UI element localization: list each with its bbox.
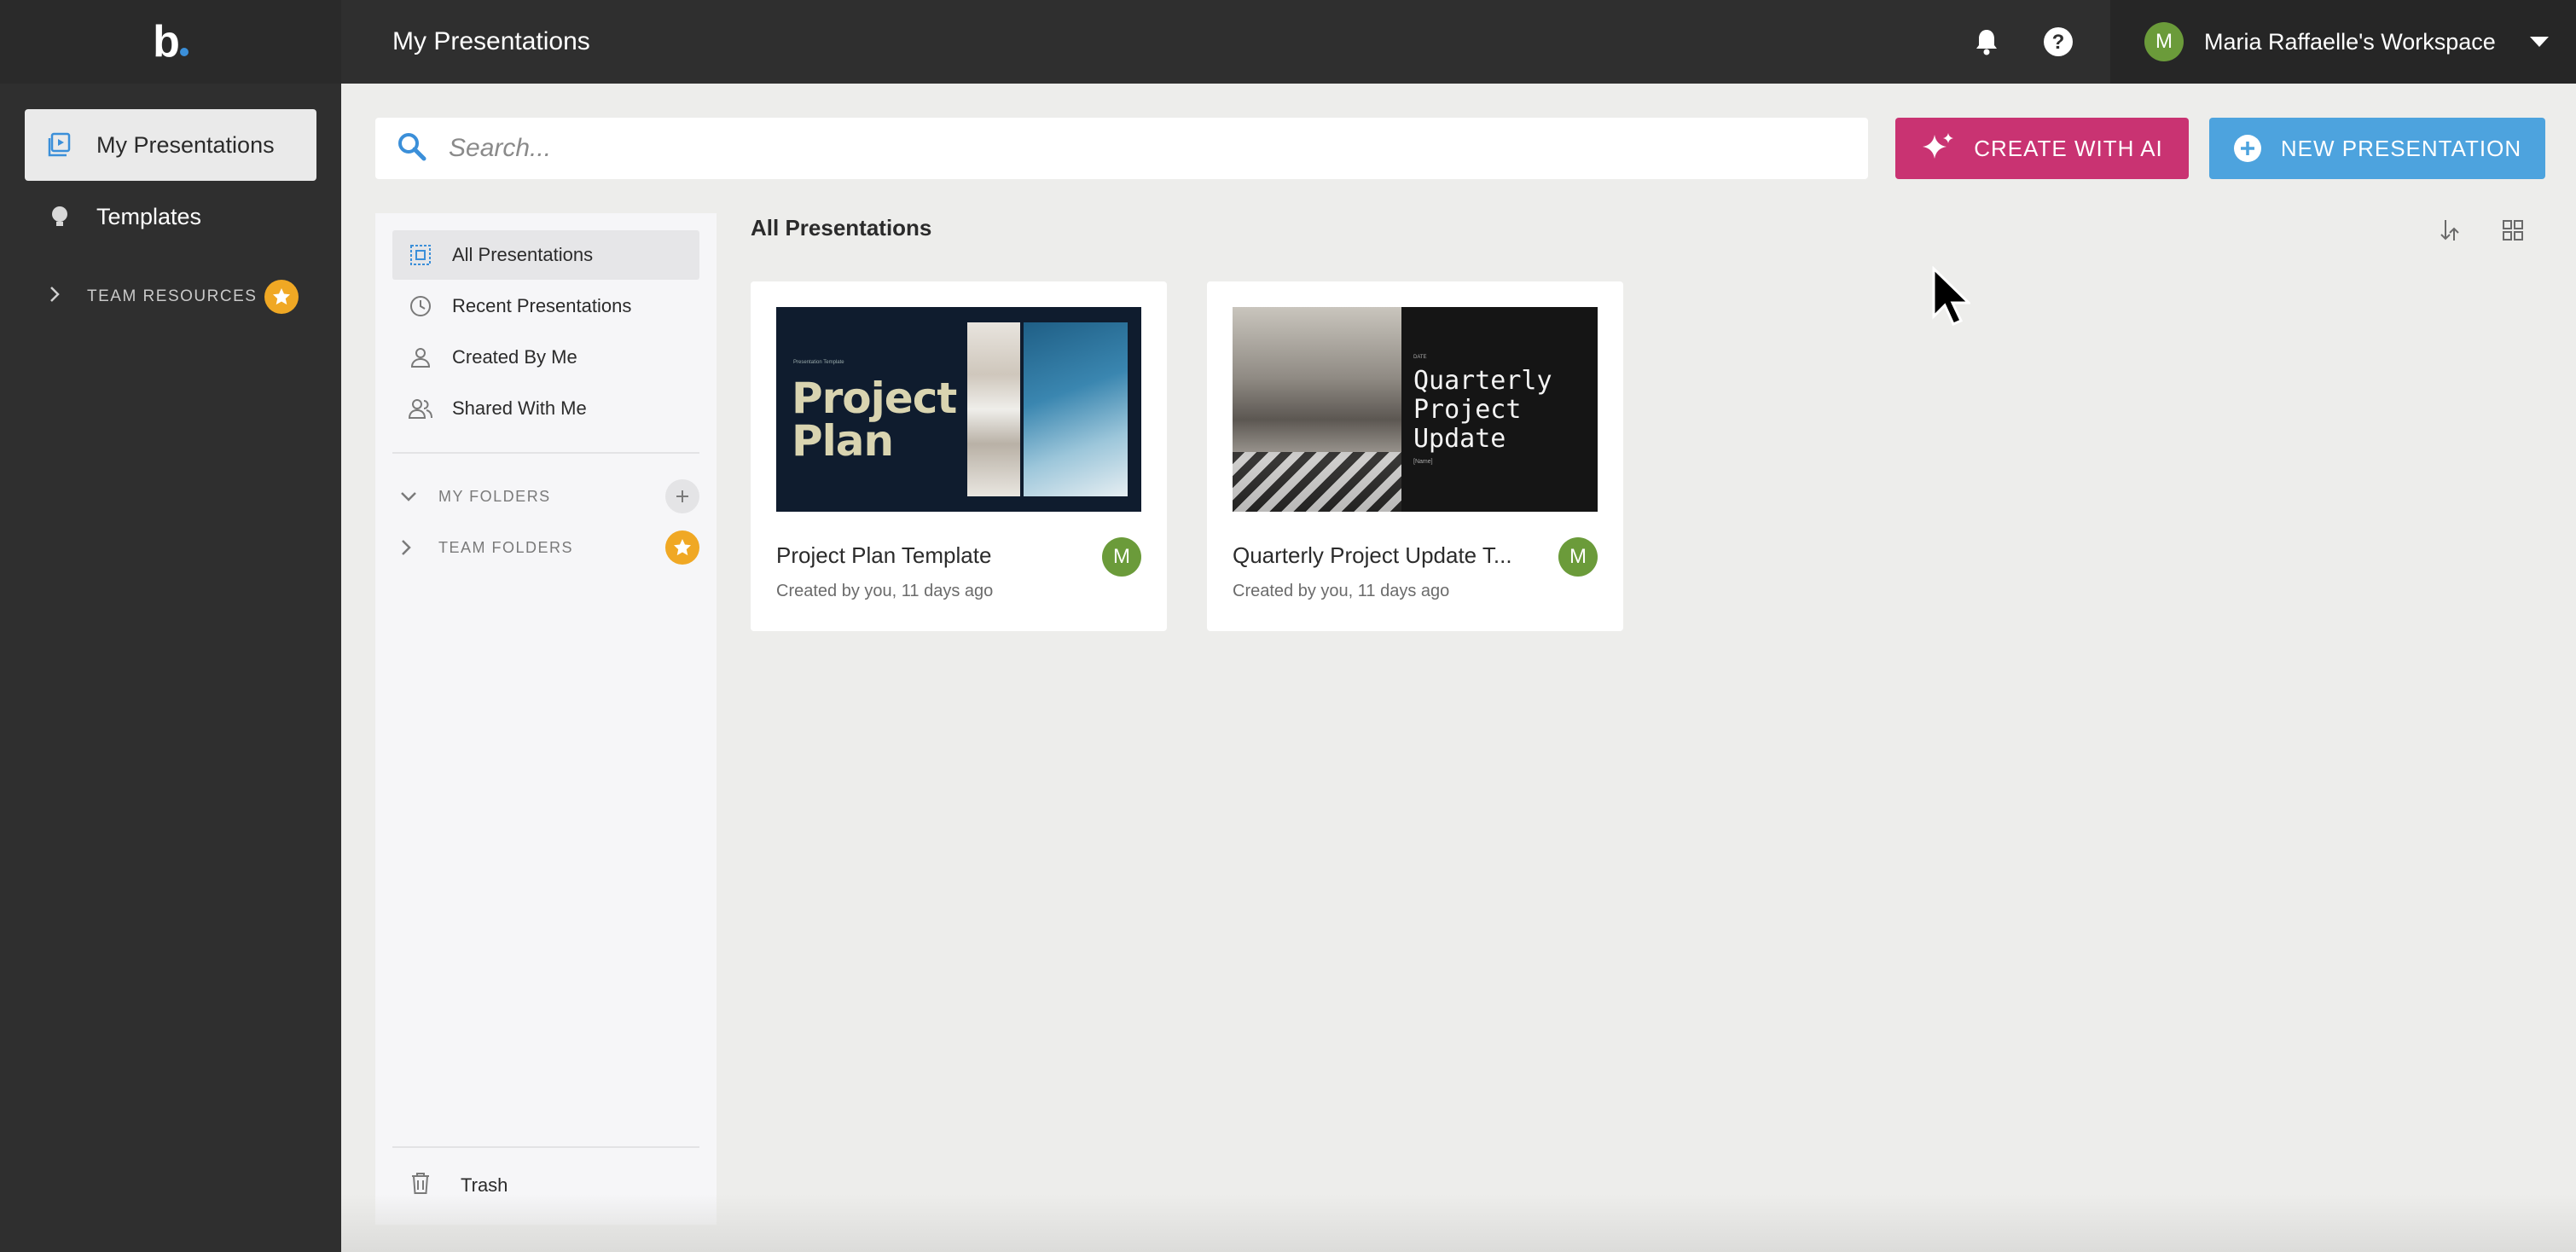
top-bar: My Presentations ? M Maria Raffaelle's W… — [341, 0, 2576, 84]
caret-down-icon — [2529, 37, 2549, 47]
thumb-photo — [1024, 322, 1128, 496]
presentation-card[interactable]: DATE Quarterly Project Update [Name] Qua… — [1207, 281, 1623, 631]
team-resources-label: TEAM RESOURCES — [87, 287, 258, 305]
section-title: All Presentations — [751, 215, 932, 241]
divider — [392, 452, 699, 454]
mouse-cursor-icon — [1931, 265, 1972, 330]
lightbulb-icon — [47, 204, 73, 229]
thumb-photo — [1233, 307, 1401, 512]
presentation-thumbnail[interactable]: DATE Quarterly Project Update [Name] — [1233, 307, 1598, 512]
logo-area[interactable]: b — [0, 0, 341, 84]
avatar: M — [1102, 537, 1141, 577]
filter-all-presentations[interactable]: All Presentations — [392, 230, 699, 280]
card-title[interactable]: Project Plan Template — [776, 542, 1083, 569]
user-icon — [408, 345, 433, 369]
sparkle-icon — [1921, 131, 1955, 165]
card-meta: Created by you, 11 days ago — [776, 582, 994, 600]
clock-icon — [408, 294, 433, 318]
users-icon — [408, 397, 433, 420]
chevron-right-icon — [399, 538, 420, 557]
divider — [392, 1146, 699, 1148]
help-icon[interactable]: ? — [2040, 24, 2076, 60]
sidebar-item-label: Templates — [96, 203, 202, 229]
team-folders-label: TEAM FOLDERS — [438, 538, 574, 556]
plus-circle-icon — [2233, 134, 2262, 163]
sort-icon[interactable] — [2433, 213, 2467, 247]
filter-label: Recent Presentations — [452, 295, 632, 316]
logo-dot — [179, 48, 189, 56]
bell-icon[interactable] — [1969, 24, 2005, 60]
thumb-small-text: Presentation Template — [793, 360, 844, 365]
create-with-ai-label: CREATE WITH AI — [1974, 135, 2163, 161]
app-logo: b — [153, 16, 189, 67]
avatar: M — [1558, 537, 1598, 577]
presentation-thumbnail[interactable]: Presentation Template Project Plan — [776, 307, 1141, 512]
filter-shared-with-me[interactable]: Shared With Me — [392, 384, 699, 433]
sidebar-item-label: My Presentations — [96, 131, 275, 158]
team-folders-toggle[interactable]: TEAM FOLDERS — [399, 529, 699, 566]
new-presentation-label: NEW PRESENTATION — [2280, 135, 2522, 161]
folder-panel: All Presentations Recent Presentations C… — [375, 213, 717, 1225]
filter-recent-presentations[interactable]: Recent Presentations — [392, 281, 699, 331]
card-meta: Created by you, 11 days ago — [1233, 582, 1450, 600]
create-with-ai-button[interactable]: CREATE WITH AI — [1895, 118, 2189, 179]
star-icon — [264, 280, 299, 314]
left-sidebar: b My Presentations Templates TEAM RESOUR… — [0, 0, 341, 1252]
thumb-photo-strip — [967, 322, 1020, 496]
search-input[interactable] — [449, 134, 1813, 163]
presentation-icon — [47, 132, 73, 158]
workspace-switcher[interactable]: M Maria Raffaelle's Workspace — [2110, 0, 2576, 84]
filter-created-by-me[interactable]: Created By Me — [392, 333, 699, 382]
filter-label: All Presentations — [452, 244, 594, 265]
thumb-date-text: DATE — [1413, 355, 1427, 360]
card-title[interactable]: Quarterly Project Update T... — [1233, 542, 1540, 569]
filter-label: Created By Me — [452, 346, 577, 368]
thumb-title: Project Plan — [792, 374, 957, 466]
search-icon — [396, 130, 428, 167]
page-title: My Presentations — [392, 27, 590, 55]
workspace-label: Maria Raffaelle's Workspace — [2204, 28, 2496, 55]
chevron-right-icon — [48, 285, 68, 309]
presentation-card[interactable]: Presentation Template Project Plan Proje… — [751, 281, 1167, 631]
my-folders-toggle[interactable]: MY FOLDERS — [399, 478, 699, 515]
new-presentation-button[interactable]: NEW PRESENTATION — [2209, 118, 2545, 179]
all-presentations-icon — [408, 243, 433, 267]
avatar: M — [2144, 22, 2184, 61]
sidebar-item-templates[interactable]: Templates — [25, 181, 316, 252]
sidebar-item-my-presentations[interactable]: My Presentations — [25, 109, 316, 181]
svg-text:?: ? — [2052, 31, 2065, 54]
filter-label: Shared With Me — [452, 397, 587, 419]
my-folders-label: MY FOLDERS — [438, 487, 551, 505]
search-bar — [375, 118, 1868, 179]
chevron-down-icon — [399, 490, 420, 503]
grid-view-icon[interactable] — [2496, 213, 2530, 247]
star-icon — [665, 530, 699, 565]
add-folder-button[interactable] — [665, 479, 699, 513]
bottom-fade — [341, 1194, 2576, 1252]
thumb-name-text: [Name] — [1413, 459, 1433, 465]
thumb-title: Quarterly Project Update — [1413, 366, 1552, 454]
